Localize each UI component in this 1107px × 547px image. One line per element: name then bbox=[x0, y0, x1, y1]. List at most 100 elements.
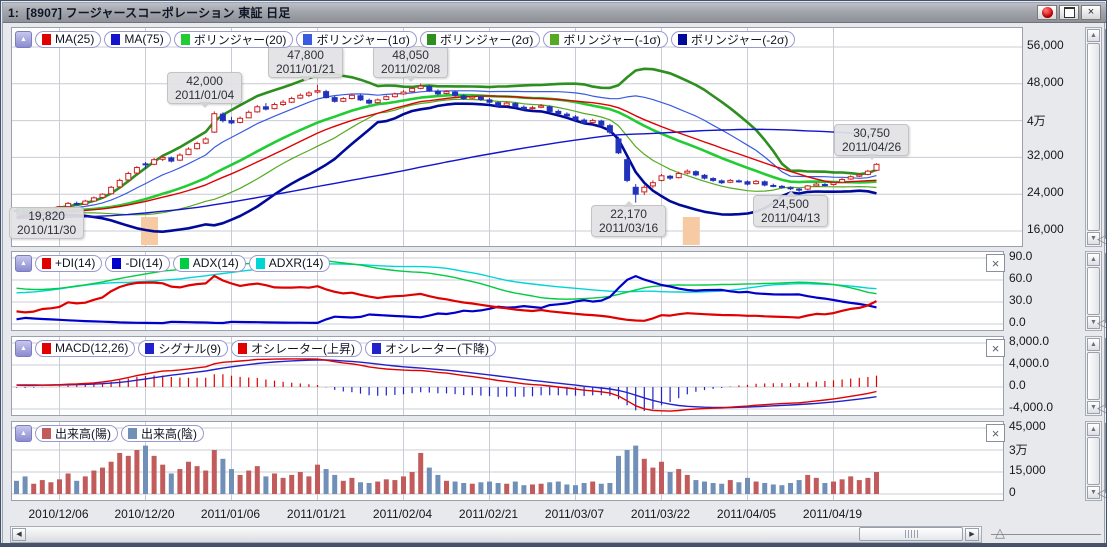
legend-label: シグナル(9) bbox=[158, 340, 221, 357]
candle bbox=[659, 174, 664, 181]
candle bbox=[642, 185, 647, 195]
candle bbox=[719, 179, 724, 184]
collapse-panel-button[interactable]: ▲ bbox=[15, 31, 32, 48]
vol-axis-label: 0 bbox=[1009, 485, 1016, 499]
volume-bar bbox=[14, 481, 19, 494]
legend-item[interactable]: ADX(14) bbox=[173, 255, 246, 272]
horizontal-scrollbar-thumb[interactable] bbox=[859, 527, 963, 541]
legend-item[interactable]: オシレーター(上昇) bbox=[231, 340, 362, 357]
zoom-handle-icon[interactable]: ◁ bbox=[1097, 401, 1107, 414]
candle bbox=[840, 178, 845, 183]
volume-bar bbox=[289, 475, 294, 494]
zoom-handle-icon[interactable]: ◁ bbox=[1097, 316, 1107, 329]
app-menu-button[interactable] bbox=[1037, 5, 1057, 20]
candle bbox=[771, 184, 776, 188]
date-axis-label: 2010/12/06 bbox=[17, 507, 101, 521]
candle bbox=[797, 188, 802, 192]
collapse-panel-button[interactable]: ▲ bbox=[15, 255, 32, 272]
price-annotation: 19,8202010/11/30 bbox=[9, 207, 84, 239]
candle bbox=[91, 197, 96, 202]
volume-bar bbox=[788, 483, 793, 494]
dmi-close-button[interactable]: × bbox=[986, 254, 1005, 272]
volume-bar bbox=[48, 482, 53, 494]
legend-item[interactable]: オシレーター(下降) bbox=[365, 340, 496, 357]
annotation-pointer-icon bbox=[785, 185, 797, 197]
volume-bar bbox=[143, 446, 148, 494]
horizontal-scrollbar[interactable] bbox=[10, 526, 982, 543]
volume-bar bbox=[539, 484, 544, 494]
chart-window: 1: [8907] フージャースコーポレーション 東証 日足 × ▲MA(25)… bbox=[0, 0, 1107, 547]
legend-item[interactable]: 出来高(陽) bbox=[35, 425, 118, 442]
price-axis-label: 4万 bbox=[1027, 112, 1046, 129]
titlebar[interactable]: 1: [8907] フージャースコーポレーション 東証 日足 × bbox=[3, 3, 1106, 23]
dmi-zoom-slider[interactable]: ◁ bbox=[1099, 253, 1107, 325]
candle bbox=[177, 153, 182, 161]
vol-panel: ▲出来高(陽) 出来高(陰) bbox=[11, 421, 1004, 501]
price-zoom-slider[interactable]: ◁ bbox=[1099, 29, 1107, 241]
legend-item[interactable]: シグナル(9) bbox=[138, 340, 228, 357]
legend-item[interactable]: ボリンジャー(1σ) bbox=[296, 31, 416, 48]
maximize-icon bbox=[1064, 7, 1075, 18]
legend-item[interactable]: ボリンジャー(-2σ) bbox=[671, 31, 795, 48]
horizontal-zoom-handle-icon[interactable]: △ bbox=[995, 526, 1005, 539]
legend-item[interactable]: ボリンジャー(2σ) bbox=[420, 31, 540, 48]
scroll-left-button[interactable]: ◀ bbox=[12, 528, 26, 541]
collapse-panel-button[interactable]: ▲ bbox=[15, 425, 32, 442]
legend-item[interactable]: MA(75) bbox=[104, 31, 170, 48]
volume-bar bbox=[478, 482, 483, 494]
macd-legend-row: ▲MACD(12,26) シグナル(9) オシレーター(上昇)オシレーター(下降) bbox=[15, 339, 496, 357]
candle bbox=[547, 105, 552, 112]
vol-zoom-slider[interactable]: ◁ bbox=[1099, 423, 1107, 495]
candle bbox=[711, 177, 716, 182]
close-button[interactable]: × bbox=[1081, 5, 1101, 20]
legend-item[interactable]: 出来高(陰) bbox=[121, 425, 204, 442]
volume-bar bbox=[315, 465, 320, 494]
scroll-right-button[interactable]: ▶ bbox=[965, 528, 979, 541]
legend-item[interactable]: MACD(12,26) bbox=[35, 340, 135, 357]
collapse-panel-button[interactable]: ▲ bbox=[15, 340, 32, 357]
legend-item[interactable]: MA(25) bbox=[35, 31, 101, 48]
candle bbox=[384, 95, 389, 100]
macd-zoom-slider[interactable]: ◁ bbox=[1099, 338, 1107, 410]
volume-bar bbox=[564, 484, 569, 494]
zoom-handle-icon[interactable]: ◁ bbox=[1097, 232, 1107, 245]
legend-swatch-icon bbox=[145, 343, 154, 354]
horizontal-zoom-slider[interactable] bbox=[991, 534, 1101, 535]
macd-close-button[interactable]: × bbox=[986, 339, 1005, 357]
volume-bar bbox=[281, 478, 286, 494]
legend-label: 出来高(陰) bbox=[141, 425, 197, 442]
legend-item[interactable]: -DI(14) bbox=[105, 255, 169, 272]
legend-item[interactable]: ボリンジャー(-1σ) bbox=[543, 31, 667, 48]
volume-bar bbox=[599, 484, 604, 494]
legend-label: MA(75) bbox=[124, 32, 163, 46]
legend-item[interactable]: +DI(14) bbox=[35, 255, 102, 272]
vol-close-button[interactable]: × bbox=[986, 424, 1005, 442]
dmi-axis-label: 90.0 bbox=[1009, 249, 1032, 263]
volume-bar bbox=[865, 478, 870, 494]
candle bbox=[306, 91, 311, 97]
volume-bar bbox=[736, 482, 741, 494]
window-controls: × bbox=[1037, 5, 1101, 20]
volume-bar bbox=[220, 459, 225, 494]
candle bbox=[367, 99, 372, 105]
zoom-handle-icon[interactable]: ◁ bbox=[1097, 486, 1107, 499]
candle bbox=[255, 105, 260, 113]
candle bbox=[814, 183, 819, 187]
candle bbox=[281, 100, 286, 106]
volume-bar bbox=[83, 476, 88, 494]
maximize-button[interactable] bbox=[1059, 5, 1079, 20]
volume-bar bbox=[126, 456, 131, 494]
price-annotation: 47,8002011/01/21 bbox=[268, 46, 343, 78]
candle bbox=[435, 89, 440, 95]
legend-swatch-icon bbox=[42, 258, 51, 269]
legend-item[interactable]: ボリンジャー(20) bbox=[174, 31, 294, 48]
volume-bar bbox=[358, 482, 363, 494]
legend-item[interactable]: ADXR(14) bbox=[249, 255, 331, 272]
candle bbox=[83, 200, 88, 205]
volume-bar bbox=[203, 471, 208, 494]
candle bbox=[822, 183, 827, 186]
volume-bar bbox=[401, 476, 406, 494]
annotation-pointer-icon bbox=[405, 76, 417, 88]
date-axis-label: 2011/01/21 bbox=[275, 507, 359, 521]
volume-bar bbox=[229, 469, 234, 494]
